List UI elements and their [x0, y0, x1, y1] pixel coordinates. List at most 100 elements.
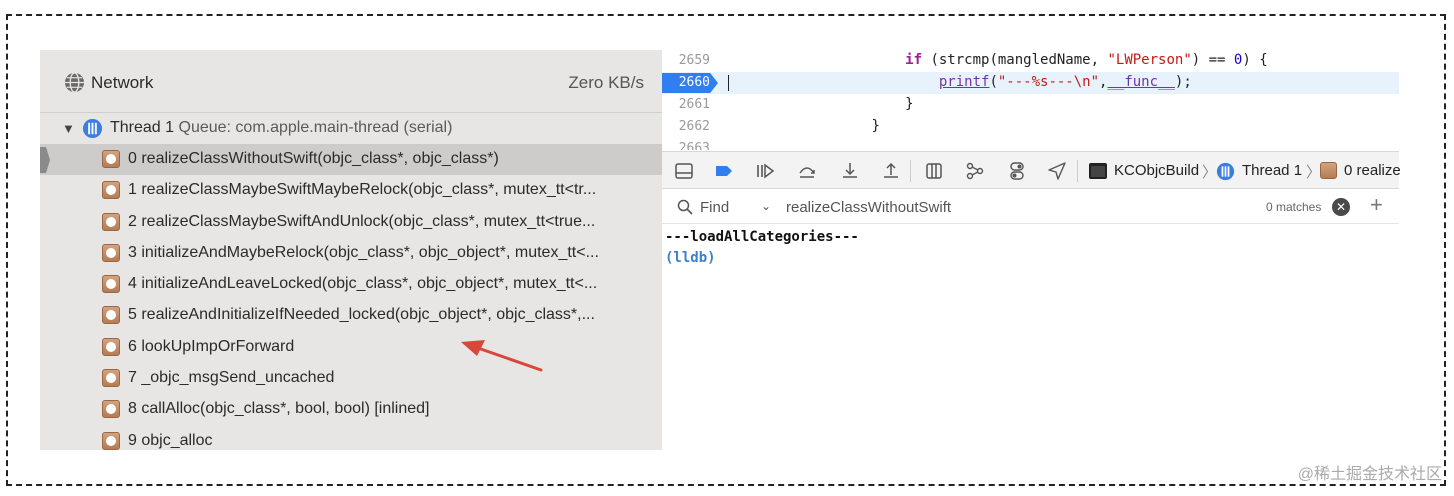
frame-icon [102, 431, 120, 450]
step-out-icon[interactable] [881, 161, 901, 181]
stack-frame-row[interactable]: 7 _objc_msgSend_uncached [40, 363, 662, 394]
stack-frame-row[interactable]: 4 initializeAndLeaveLocked(objc_class*, … [40, 269, 662, 300]
code-token: printf [938, 74, 990, 90]
continue-icon[interactable] [755, 161, 775, 181]
stack-frame-row[interactable]: 0 realizeClassWithoutSwift(objc_class*, … [40, 144, 662, 176]
code-token: ( [922, 52, 939, 68]
frame-icon [102, 306, 120, 325]
network-gauge[interactable]: Network Zero KB/s [40, 50, 662, 113]
breadcrumb-thread[interactable]: Thread 1 [1242, 162, 1302, 179]
code-line[interactable]: 2661 } [662, 94, 1399, 116]
watermark: @稀土掘金技术社区 [1297, 466, 1442, 483]
code-text: } [804, 96, 914, 112]
annotation-arrow [461, 340, 543, 372]
app-target-icon [1089, 163, 1107, 179]
thread-label: Thread 1 Queue: com.apple.main-thread (s… [110, 119, 452, 137]
search-icon [677, 199, 693, 215]
console-find-bar: Find ⌄ 0 matches ✕ + [662, 190, 1399, 224]
debug-bar: KCObjcBuild 〉 Thread 1 〉 0 realize [662, 151, 1401, 189]
stack-frame-label: 4 initializeAndLeaveLocked(objc_class*, … [128, 275, 598, 293]
breadcrumb-frame[interactable]: 0 realize [1344, 162, 1401, 179]
code-token: "---%s---\n" [997, 74, 1100, 90]
code-token: } [905, 96, 914, 112]
code-token: (mangledName, [989, 52, 1108, 68]
frame-icon [102, 243, 120, 262]
chevron-right-icon: 〉 [1306, 164, 1322, 181]
code-token: ) == [1191, 52, 1234, 68]
text-cursor [728, 75, 729, 91]
plus-icon[interactable]: + [1370, 193, 1383, 217]
simulate-location-icon[interactable] [1047, 161, 1067, 181]
network-value: Zero KB/s [568, 73, 644, 92]
separator [910, 160, 911, 182]
code-token: if [905, 52, 923, 68]
stack-frame-label: 2 realizeClassMaybeSwiftAndUnlock(objc_c… [128, 212, 596, 230]
lldb-prompt[interactable]: (lldb) [665, 250, 716, 266]
code-token: __func__ [1107, 74, 1175, 90]
stack-frame-row[interactable]: 3 initializeAndMaybeRelock(objc_class*, … [40, 238, 662, 269]
code-text: } [804, 118, 880, 134]
frame-icon [102, 400, 120, 419]
stack-frame-label: 1 realizeClassMaybeSwiftMaybeRelock(objc… [128, 181, 597, 199]
network-label: Network [91, 73, 154, 92]
line-number: 2663 [678, 141, 710, 150]
debug-console[interactable]: ---loadAllCategories--- (lldb) [662, 225, 1399, 325]
code-line[interactable]: 2662 } [662, 116, 1399, 138]
thread-name: Thread 1 [110, 119, 175, 136]
breadcrumb-project[interactable]: KCObjcBuild [1114, 162, 1199, 179]
frame-icon [102, 275, 120, 294]
disclosure-triangle-icon[interactable]: ▼ [62, 121, 75, 136]
step-over-icon[interactable] [797, 161, 817, 181]
breakpoint-indicator[interactable]: 2660 [662, 73, 718, 93]
view-hierarchy-icon[interactable] [924, 161, 944, 181]
stack-frame-label: 9 objc_alloc [128, 431, 213, 449]
code-token: "LWPerson" [1107, 52, 1192, 68]
source-editor[interactable]: 2659 if (strcmp(mangledName, "LWPerson")… [662, 50, 1399, 150]
globe-icon [64, 72, 85, 93]
stack-frame-row[interactable]: 6 lookUpImpOrForward [40, 332, 662, 363]
code-token: } [871, 118, 880, 134]
line-number: 2662 [678, 119, 710, 134]
stack-frame-list: 0 realizeClassWithoutSwift(objc_class*, … [40, 144, 662, 450]
frame-icon [102, 369, 120, 388]
code-token: ) { [1242, 52, 1268, 68]
code-line[interactable]: 2659 if (strcmp(mangledName, "LWPerson")… [662, 50, 1399, 72]
find-input[interactable] [786, 197, 1236, 217]
code-line[interactable]: 2660 printf("---%s---\n",__func__); [662, 72, 1399, 94]
stack-frame-label: 0 realizeClassWithoutSwift(objc_class*, … [128, 150, 499, 167]
stack-frame-label: 7 _objc_msgSend_uncached [128, 369, 335, 387]
thread-icon [82, 118, 103, 139]
code-token: ); [1174, 74, 1192, 90]
code-text: printf("---%s---\n",__func__); [804, 74, 1192, 90]
stack-frame-row[interactable]: 9 objc_alloc [40, 426, 662, 450]
breakpoints-toggle-icon[interactable] [714, 161, 734, 181]
frame-icon [102, 181, 120, 200]
current-frame-marker-icon [40, 147, 50, 173]
stack-frame-label: 5 realizeAndInitializeIfNeeded_locked(ob… [128, 306, 595, 324]
code-token: strcmp [938, 52, 990, 68]
thread-row[interactable]: ▼ Thread 1 Queue: com.apple.main-thread … [40, 116, 662, 144]
line-number: 2661 [678, 97, 710, 112]
frame-icon [1320, 162, 1337, 179]
find-label: Find [700, 199, 730, 216]
chevron-down-icon[interactable]: ⌄ [761, 199, 771, 213]
debug-navigator: Network Zero KB/s ▼ Thread 1 Queue: com.… [40, 50, 662, 450]
code-line[interactable]: 2663 [662, 138, 1399, 150]
stack-frame-row[interactable]: 1 realizeClassMaybeSwiftMaybeRelock(objc… [40, 175, 662, 206]
environment-overrides-icon[interactable] [1007, 161, 1027, 181]
line-number: 2659 [678, 53, 710, 68]
stack-frame-label: 6 lookUpImpOrForward [128, 337, 295, 355]
stack-frame-row[interactable]: 5 realizeAndInitializeIfNeeded_locked(ob… [40, 300, 662, 331]
clear-icon[interactable]: ✕ [1332, 198, 1350, 216]
stack-frame-row[interactable]: 8 callAlloc(objc_class*, bool, bool) [in… [40, 394, 662, 425]
memory-graph-icon[interactable] [965, 161, 985, 181]
find-match-count: 0 matches [1266, 200, 1322, 214]
stack-frame-row[interactable]: 2 realizeClassMaybeSwiftAndUnlock(objc_c… [40, 207, 662, 238]
stack-frame-label: 8 callAlloc(objc_class*, bool, bool) [in… [128, 400, 430, 418]
hide-debug-area-icon[interactable] [674, 161, 694, 181]
thread-icon [1216, 162, 1235, 181]
step-into-icon[interactable] [840, 161, 860, 181]
